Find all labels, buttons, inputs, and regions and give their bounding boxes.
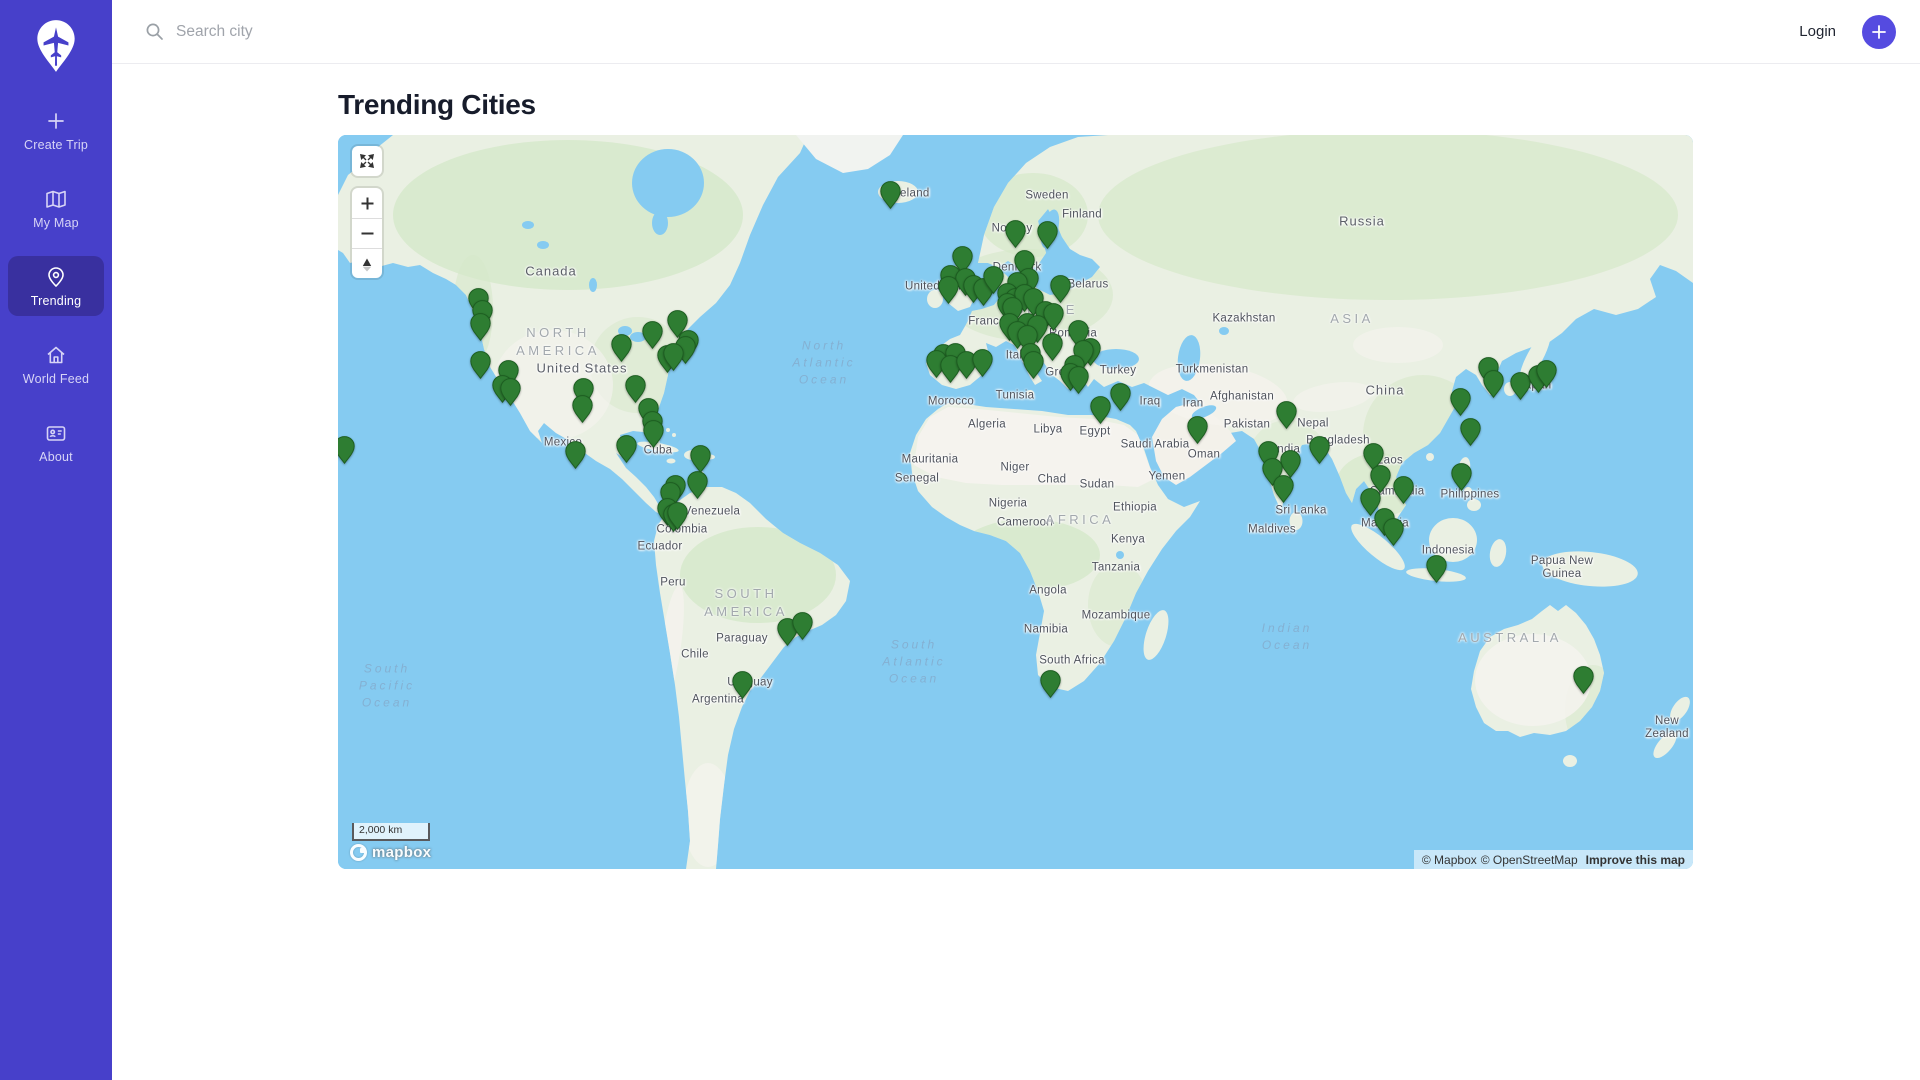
search-input[interactable] [176,23,596,41]
city-marker[interactable] [1309,436,1330,464]
map-icon [44,187,68,211]
app-logo[interactable] [33,18,79,74]
compass-icon [358,255,376,273]
city-marker[interactable] [1573,666,1594,694]
map-attribution: © Mapbox © OpenStreetMap Improve this ma… [1414,850,1693,869]
search-bar [145,22,1799,41]
mapbox-logo-icon [350,844,367,861]
zoom-out-button[interactable] [352,218,382,248]
id-card-icon [44,421,68,445]
city-marker[interactable] [972,349,993,377]
sidebar-item-create-trip[interactable]: Create Trip [8,100,104,160]
city-marker[interactable] [338,436,355,464]
city-marker[interactable] [1451,463,1472,491]
city-marker[interactable] [938,276,959,304]
attribution-improve-link[interactable]: Improve this map [1586,853,1685,867]
city-marker[interactable] [663,343,684,371]
attribution-mapbox-link[interactable]: © Mapbox [1422,853,1477,867]
fullscreen-button[interactable] [352,146,382,176]
city-marker[interactable] [1037,221,1058,249]
attribution-osm-link[interactable]: © OpenStreetMap [1481,853,1578,867]
sidebar-item-label: World Feed [23,372,89,386]
location-pin-icon [44,265,68,289]
city-marker[interactable] [1460,418,1481,446]
sidebar-item-world-feed[interactable]: World Feed [8,334,104,394]
mapbox-wordmark: mapbox [372,844,431,861]
sidebar-item-label: About [39,450,73,464]
city-marker[interactable] [1090,396,1111,424]
add-button[interactable] [1862,15,1896,49]
city-marker[interactable] [1393,476,1414,504]
plus-icon [44,109,68,133]
city-marker[interactable] [690,445,711,473]
city-marker[interactable] [687,471,708,499]
sidebar: Create Trip My Map Trending World Feed A… [0,0,112,1080]
plus-icon [1871,24,1887,40]
search-icon [145,22,164,41]
world-map[interactable]: CanadaNORTH AMERICAUnited StatesMexicoCu… [338,135,1693,869]
zoom-in-button[interactable] [352,188,382,218]
city-marker[interactable] [1023,351,1044,379]
city-marker[interactable] [1536,360,1557,388]
zoom-in-icon [360,196,375,211]
city-marker[interactable] [1450,388,1471,416]
city-marker[interactable] [1426,555,1447,583]
city-marker[interactable] [1276,401,1297,429]
sidebar-item-my-map[interactable]: My Map [8,178,104,238]
sidebar-item-label: Create Trip [24,138,88,152]
sidebar-item-label: My Map [33,216,79,230]
city-marker[interactable] [1273,475,1294,503]
sidebar-item-trending[interactable]: Trending [8,256,104,316]
city-marker[interactable] [565,441,586,469]
app-logo-pin-icon [33,18,79,74]
city-marker[interactable] [1383,518,1404,546]
city-marker[interactable] [1483,370,1504,398]
city-marker[interactable] [500,378,521,406]
login-button[interactable]: Login [1799,23,1836,40]
city-marker[interactable] [1005,220,1026,248]
map-scale: 2,000 km [352,823,430,841]
zoom-control [352,188,382,278]
mapbox-logo[interactable]: mapbox [350,844,431,861]
city-marker[interactable] [611,334,632,362]
main-content: Trending Cities [112,65,1920,1080]
city-marker[interactable] [1040,670,1061,698]
city-marker[interactable] [1042,333,1063,361]
city-marker[interactable] [1187,416,1208,444]
zoom-out-icon [360,226,375,241]
sidebar-item-label: Trending [31,294,81,308]
sidebar-item-about[interactable]: About [8,412,104,472]
topbar: Login [112,0,1920,64]
city-marker[interactable] [1110,383,1131,411]
city-marker[interactable] [1280,450,1301,478]
city-marker[interactable] [470,351,491,379]
city-marker[interactable] [880,181,901,209]
city-marker[interactable] [792,612,813,640]
city-marker[interactable] [643,420,664,448]
city-marker[interactable] [572,395,593,423]
home-icon [44,343,68,367]
fullscreen-icon [358,152,376,170]
city-marker[interactable] [1068,366,1089,394]
city-marker[interactable] [667,502,688,530]
city-marker[interactable] [1050,275,1071,303]
city-marker[interactable] [470,313,491,341]
city-marker[interactable] [732,671,753,699]
compass-button[interactable] [352,248,382,278]
city-marker[interactable] [616,435,637,463]
page-title: Trending Cities [338,89,1920,121]
